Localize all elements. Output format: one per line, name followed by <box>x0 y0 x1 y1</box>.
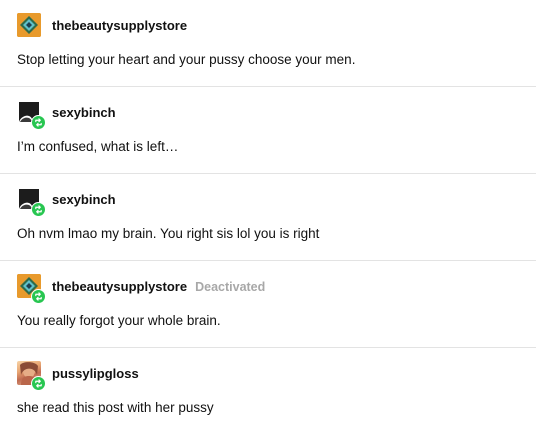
avatar[interactable] <box>17 13 41 37</box>
thread-post: thebeautysupplystore Deactivated You rea… <box>0 261 536 348</box>
username-link[interactable]: pussylipgloss <box>52 366 139 381</box>
username-link[interactable]: thebeautysupplystore <box>52 279 187 294</box>
thread-post: sexybinch I’m confused, what is left… <box>0 87 536 174</box>
reblog-icon <box>31 376 46 391</box>
store-logo-icon <box>17 13 41 37</box>
post-header: sexybinch <box>52 192 116 207</box>
post-body: Stop letting your heart and your pussy c… <box>17 52 356 67</box>
post-header: thebeautysupplystore <box>52 18 187 33</box>
reblog-icon <box>31 115 46 130</box>
post-body: she read this post with her pussy <box>17 400 214 415</box>
username-link[interactable]: thebeautysupplystore <box>52 18 187 33</box>
post-header: thebeautysupplystore Deactivated <box>52 279 265 294</box>
reblog-icon <box>31 202 46 217</box>
deactivated-label: Deactivated <box>195 280 266 294</box>
reblog-thread: thebeautysupplystore Stop letting your h… <box>0 0 536 435</box>
reblog-icon <box>31 289 46 304</box>
thread-post: sexybinch Oh nvm lmao my brain. You righ… <box>0 174 536 261</box>
post-header: pussylipgloss <box>52 366 139 381</box>
post-body: You really forgot your whole brain. <box>17 313 221 328</box>
username-link[interactable]: sexybinch <box>52 192 116 207</box>
post-body: I’m confused, what is left… <box>17 139 179 154</box>
post-body: Oh nvm lmao my brain. You right sis lol … <box>17 226 320 241</box>
post-header: sexybinch <box>52 105 116 120</box>
thread-post: pussylipgloss she read this post with he… <box>0 348 536 435</box>
thread-post: thebeautysupplystore Stop letting your h… <box>0 0 536 87</box>
username-link[interactable]: sexybinch <box>52 105 116 120</box>
